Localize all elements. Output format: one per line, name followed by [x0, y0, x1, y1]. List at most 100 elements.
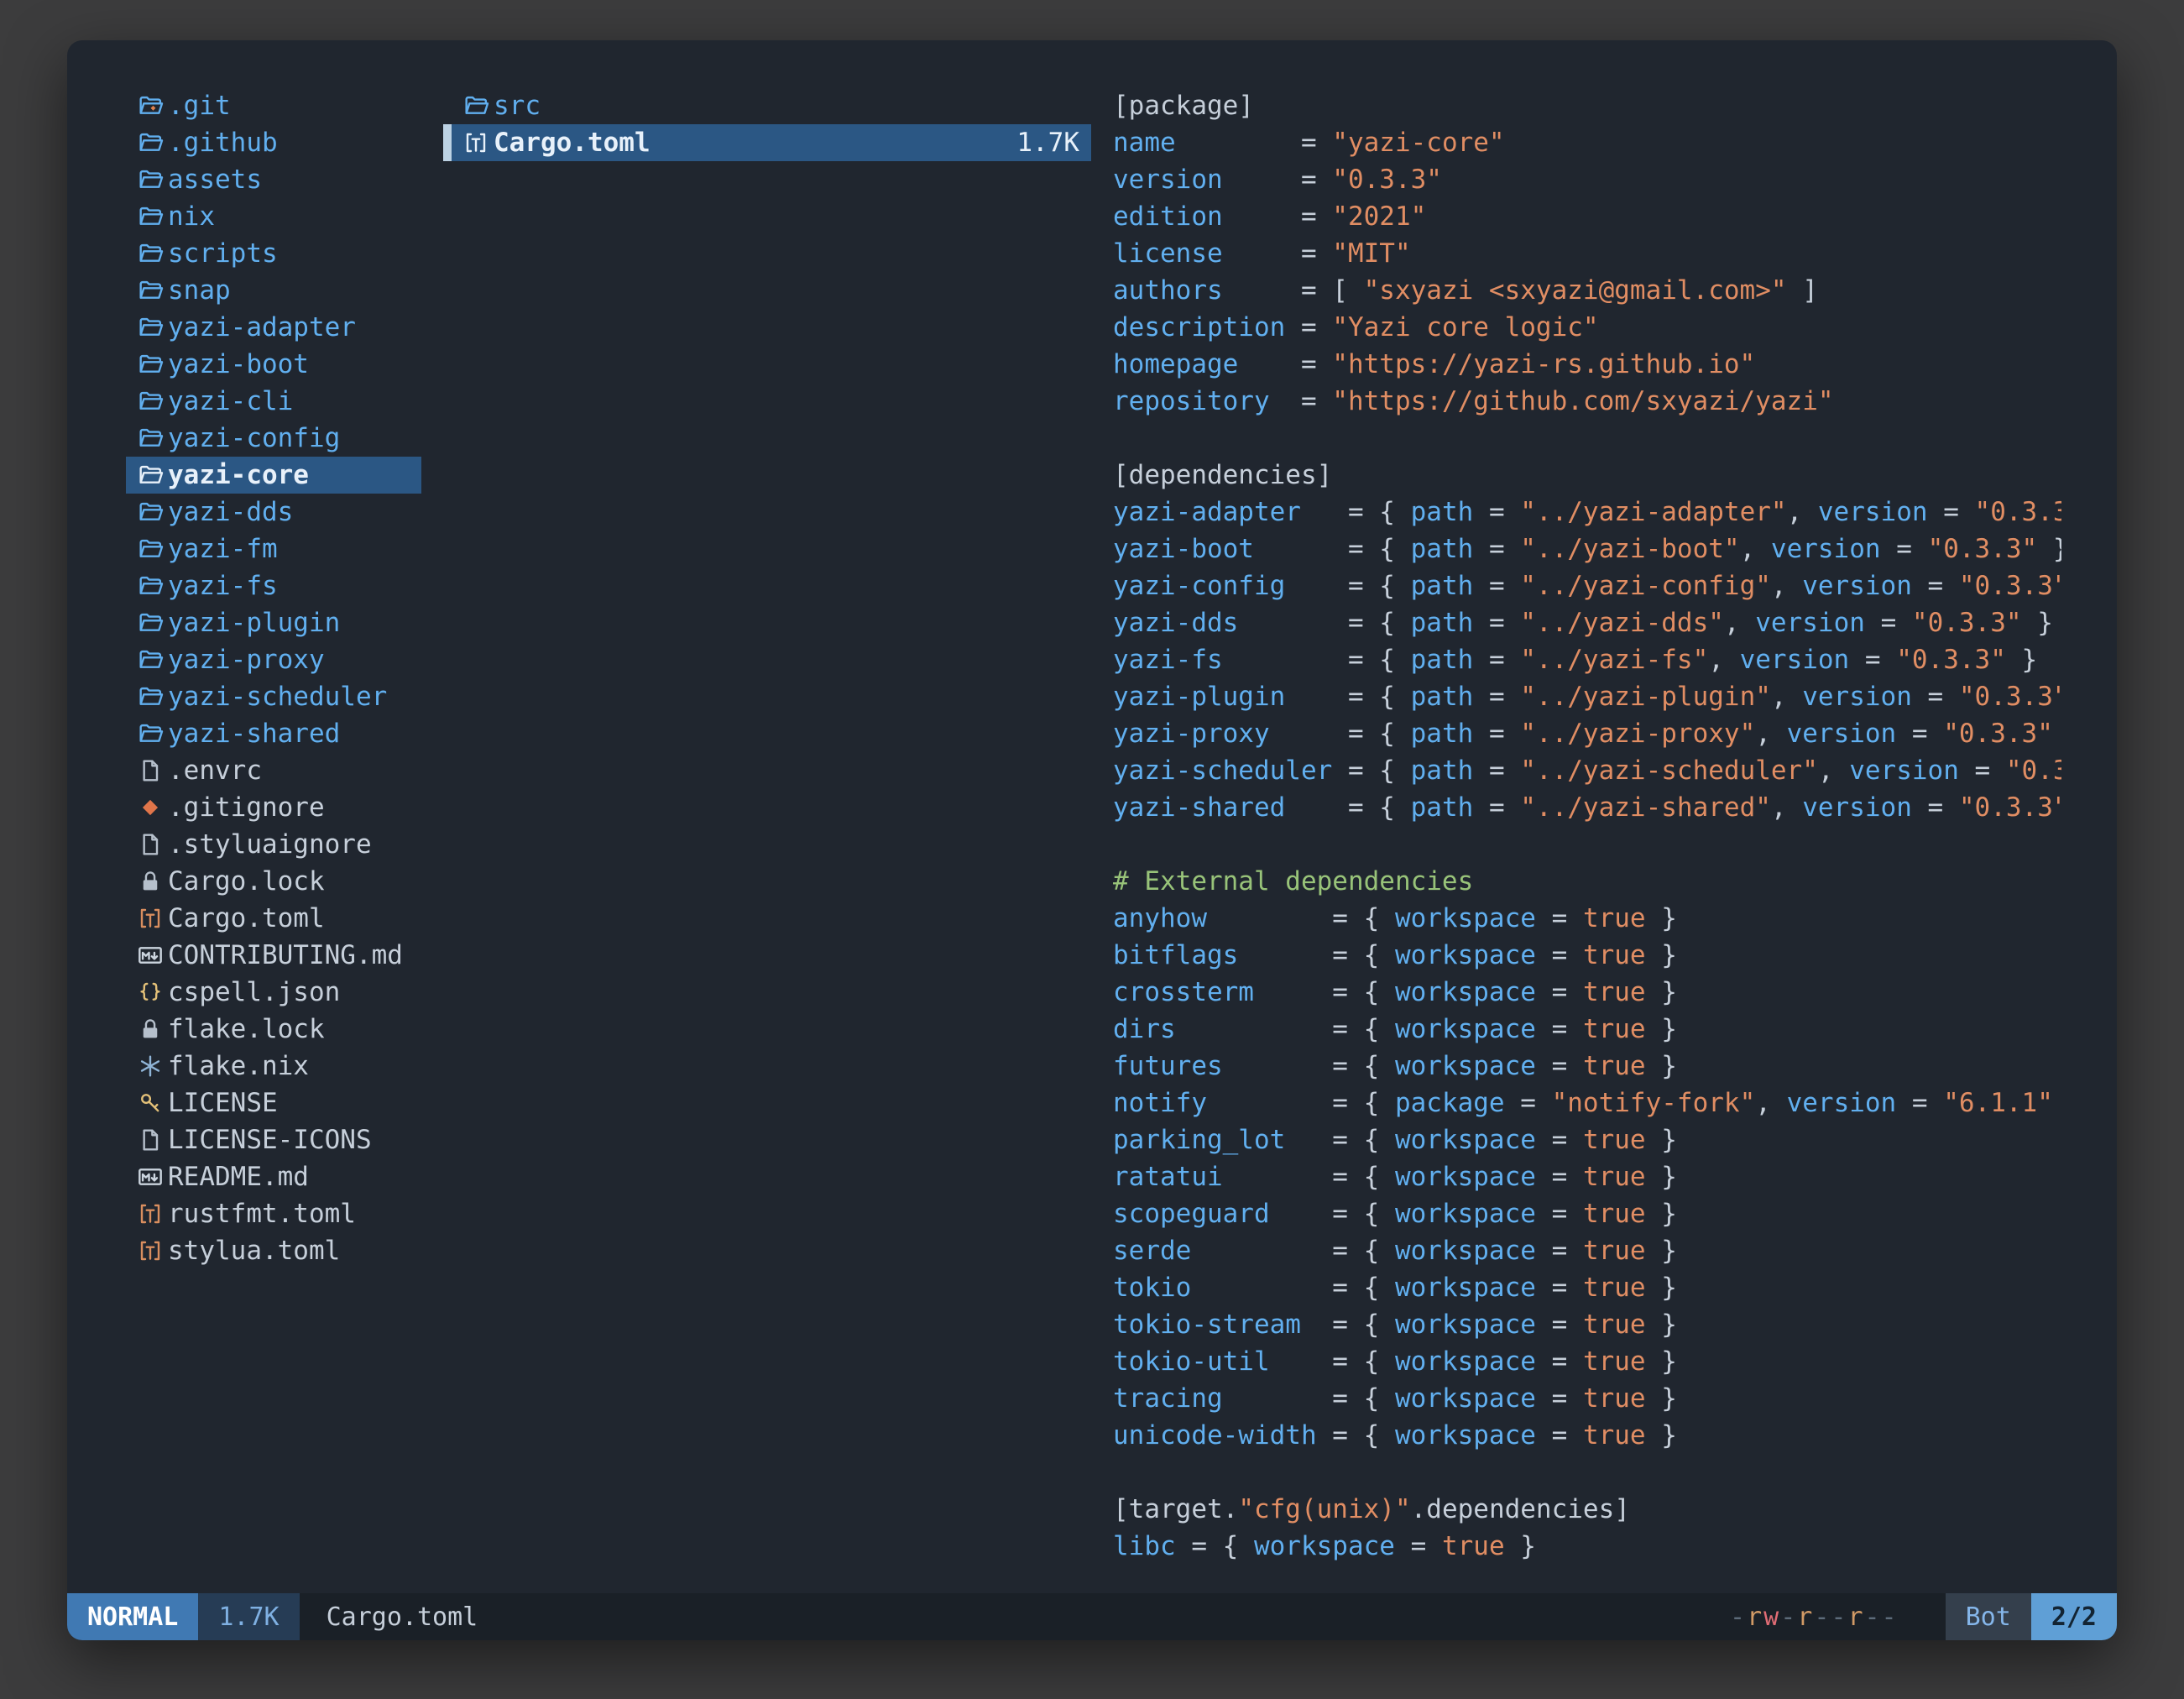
parent-item-flake.nix[interactable]: flake.nix	[126, 1048, 421, 1085]
parent-item-.gitignore[interactable]: .gitignore	[126, 789, 421, 826]
preview-token: "0.3.3"	[1896, 645, 2006, 675]
file-name: Cargo.toml	[168, 903, 325, 933]
parent-item-scripts[interactable]: scripts	[126, 235, 421, 272]
folder-icon	[133, 609, 168, 636]
parent-item-LICENSE-ICONS[interactable]: LICENSE-ICONS	[126, 1121, 421, 1158]
preview-token: =	[1849, 645, 1896, 675]
preview-token: workspace	[1395, 1236, 1536, 1266]
parent-item-yazi-fs[interactable]: yazi-fs	[126, 567, 421, 604]
preview-token: =	[1912, 792, 1959, 823]
preview-token: = {	[1332, 977, 1395, 1007]
permission-token: -	[1730, 1602, 1747, 1632]
file-name: README.md	[168, 1162, 309, 1192]
file-preview-pane: [package]name = "yazi-core"version = "0.…	[1113, 87, 2061, 1587]
preview-token: }	[1646, 1199, 1677, 1229]
parent-item-LICENSE[interactable]: LICENSE	[126, 1085, 421, 1121]
file-name: flake.nix	[168, 1051, 309, 1081]
preview-token: =	[1896, 1088, 1943, 1118]
preview-line: dirs = { workspace = true }	[1113, 1011, 2061, 1048]
parent-item-.github[interactable]: .github	[126, 124, 421, 161]
preview-token: =	[1536, 1310, 1583, 1340]
preview-token: "0.3.3"	[1943, 719, 2053, 749]
preview-token: "cfg(unix)"	[1238, 1494, 1410, 1524]
preview-line: yazi-plugin = { path = "../yazi-plugin",…	[1113, 678, 2061, 715]
file-name: rustfmt.toml	[168, 1199, 356, 1229]
preview-token: "0.3.3"	[1959, 571, 2061, 601]
preview-token: ,	[1787, 497, 1818, 527]
preview-token: =	[1473, 755, 1520, 786]
preview-token: "../yazi-boot"	[1520, 534, 1739, 564]
parent-item-flake.lock[interactable]: flake.lock	[126, 1011, 421, 1048]
preview-token: = {	[1332, 1125, 1395, 1155]
parent-item-yazi-plugin[interactable]: yazi-plugin	[126, 604, 421, 641]
selection-marker	[443, 124, 452, 161]
parent-item-Cargo.toml[interactable]: Cargo.toml	[126, 900, 421, 937]
preview-line: futures = { workspace = true }	[1113, 1048, 2061, 1085]
preview-token: }	[1505, 1531, 1536, 1561]
parent-item-.styluaignore[interactable]: .styluaignore	[126, 826, 421, 863]
preview-token: tokio	[1113, 1273, 1332, 1303]
preview-line: edition = "2021"	[1113, 198, 2061, 235]
preview-token: =	[1536, 940, 1583, 970]
preview-token: true	[1583, 1125, 1646, 1155]
preview-line	[1113, 826, 2061, 863]
parent-item-yazi-boot[interactable]: yazi-boot	[126, 346, 421, 383]
preview-token: =	[1301, 238, 1332, 269]
preview-token: "../yazi-fs"	[1520, 645, 1708, 675]
preview-token: [dependencies]	[1113, 460, 1332, 490]
current-item-Cargo.toml[interactable]: Cargo.toml1.7K	[443, 124, 1091, 161]
permission-token: --	[1865, 1602, 1899, 1632]
preview-token: version	[1113, 165, 1301, 195]
parent-item-.envrc[interactable]: .envrc	[126, 752, 421, 789]
preview-token: repository	[1113, 386, 1301, 416]
preview-token: workspace	[1395, 1051, 1536, 1081]
parent-item-Cargo.lock[interactable]: Cargo.lock	[126, 863, 421, 900]
parent-item-yazi-shared[interactable]: yazi-shared	[126, 715, 421, 752]
preview-token: ,	[1755, 719, 1786, 749]
parent-item-cspell.json[interactable]: cspell.json	[126, 974, 421, 1011]
parent-item-yazi-fm[interactable]: yazi-fm	[126, 531, 421, 567]
parent-item-yazi-proxy[interactable]: yazi-proxy	[126, 641, 421, 678]
toml-icon	[133, 1237, 168, 1264]
parent-item-yazi-adapter[interactable]: yazi-adapter	[126, 309, 421, 346]
parent-item-yazi-config[interactable]: yazi-config	[126, 420, 421, 457]
parent-item-CONTRIBUTING.md[interactable]: CONTRIBUTING.md	[126, 937, 421, 974]
preview-token: yazi-adapter	[1113, 497, 1348, 527]
preview-token: = [	[1301, 275, 1364, 306]
parent-item-yazi-core[interactable]: yazi-core	[126, 457, 421, 494]
preview-token: }	[1646, 1162, 1677, 1192]
parent-item-README.md[interactable]: README.md	[126, 1158, 421, 1195]
file-name: yazi-adapter	[168, 312, 356, 342]
parent-item-yazi-dds[interactable]: yazi-dds	[126, 494, 421, 531]
parent-item-assets[interactable]: assets	[126, 161, 421, 198]
preview-token: "notify-fork"	[1552, 1088, 1756, 1118]
preview-token: yazi-dds	[1113, 608, 1348, 638]
parent-item-nix[interactable]: nix	[126, 198, 421, 235]
preview-token: ,	[1740, 534, 1771, 564]
parent-item-stylua.toml[interactable]: stylua.toml	[126, 1232, 421, 1269]
preview-token: yazi-plugin	[1113, 682, 1348, 712]
preview-token: "MIT"	[1332, 238, 1410, 269]
preview-token: = {	[1348, 534, 1411, 564]
preview-token: ,	[1708, 645, 1739, 675]
preview-line: ratatui = { workspace = true }	[1113, 1158, 2061, 1195]
nix-icon	[133, 1053, 168, 1080]
current-item-src[interactable]: src	[443, 87, 1091, 124]
preview-token: description	[1113, 312, 1301, 342]
preview-token: yazi-fs	[1113, 645, 1348, 675]
parent-item-snap[interactable]: snap	[126, 272, 421, 309]
preview-token: workspace	[1395, 1310, 1536, 1340]
preview-token: =	[1301, 201, 1332, 232]
parent-item-.git[interactable]: .git	[126, 87, 421, 124]
preview-token: dirs	[1113, 1014, 1332, 1044]
parent-item-rustfmt.toml[interactable]: rustfmt.toml	[126, 1195, 421, 1232]
preview-token: libc	[1113, 1531, 1176, 1561]
preview-token: = {	[1348, 792, 1411, 823]
git-icon	[133, 794, 168, 821]
parent-item-yazi-scheduler[interactable]: yazi-scheduler	[126, 678, 421, 715]
preview-token: }	[1646, 1125, 1677, 1155]
folder-icon	[133, 499, 168, 525]
preview-token: path	[1411, 534, 1474, 564]
parent-item-yazi-cli[interactable]: yazi-cli	[126, 383, 421, 420]
preview-token: true	[1583, 1236, 1646, 1266]
